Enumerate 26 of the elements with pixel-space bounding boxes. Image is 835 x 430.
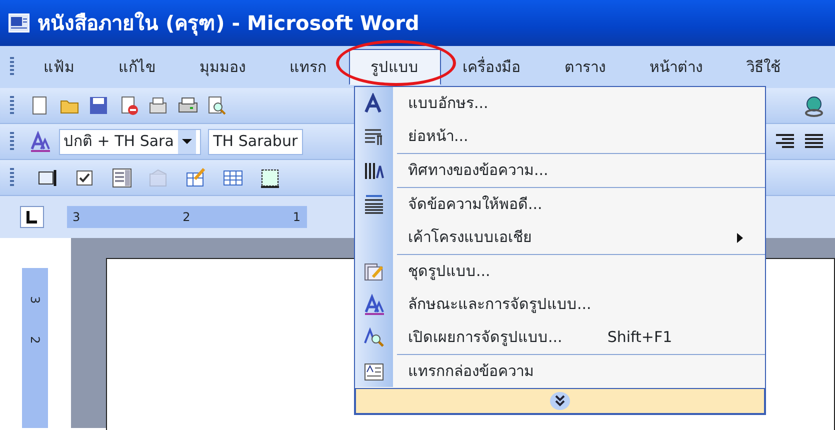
font-dropdown[interactable]: TH Sarabur xyxy=(208,128,303,154)
menu-item[interactable]: จัดข้อความให้พอดี... xyxy=(355,188,765,221)
shortcut-label: Shift+F1 xyxy=(607,327,672,348)
menu-item[interactable]: แฟ้ม xyxy=(22,48,96,86)
menu-item[interactable]: แทรกกล่องข้อความ xyxy=(355,355,765,388)
menu-item[interactable]: ลักษณะและการจัดรูปแบบ... xyxy=(355,288,765,321)
ruler-number: 3 xyxy=(27,296,43,304)
menu-item[interactable]: เครื่องมือ xyxy=(440,48,542,86)
style-dropdown[interactable]: ปกติ + TH Sara xyxy=(58,128,201,154)
ruler-number: 3 xyxy=(72,209,80,226)
window-title: หนังสือภายใน (ครุฑ) - Microsoft Word xyxy=(38,10,420,38)
menu-item[interactable]: รูปแบบ xyxy=(348,48,440,86)
menu-item[interactable]: แทรก xyxy=(268,48,348,86)
menu-item[interactable]: วิธีใช้ xyxy=(724,48,802,86)
ruler-number: 1 xyxy=(292,209,300,226)
menu-item[interactable]: ทิศทางของข้อความ... xyxy=(355,154,765,187)
ruler-number: 2 xyxy=(27,336,43,344)
menu-item[interactable]: ชุดรูปแบบ... xyxy=(355,255,765,288)
ruler-number: 2 xyxy=(182,209,190,226)
menu-item[interactable]: เค้าโครงแบบเอเชีย xyxy=(355,221,765,254)
menu-item[interactable]: ย่อหน้า... xyxy=(355,120,765,153)
menu-item[interactable]: แก้ไข xyxy=(96,48,178,86)
menu-item[interactable]: มุมมอง xyxy=(178,48,268,86)
menu-item[interactable]: ตาราง xyxy=(542,48,628,86)
menu-item[interactable]: หน้าต่าง xyxy=(628,48,724,86)
menu-item[interactable]: เปิดเผยการจัดรูปแบบ... Shift+F1 xyxy=(355,321,765,354)
